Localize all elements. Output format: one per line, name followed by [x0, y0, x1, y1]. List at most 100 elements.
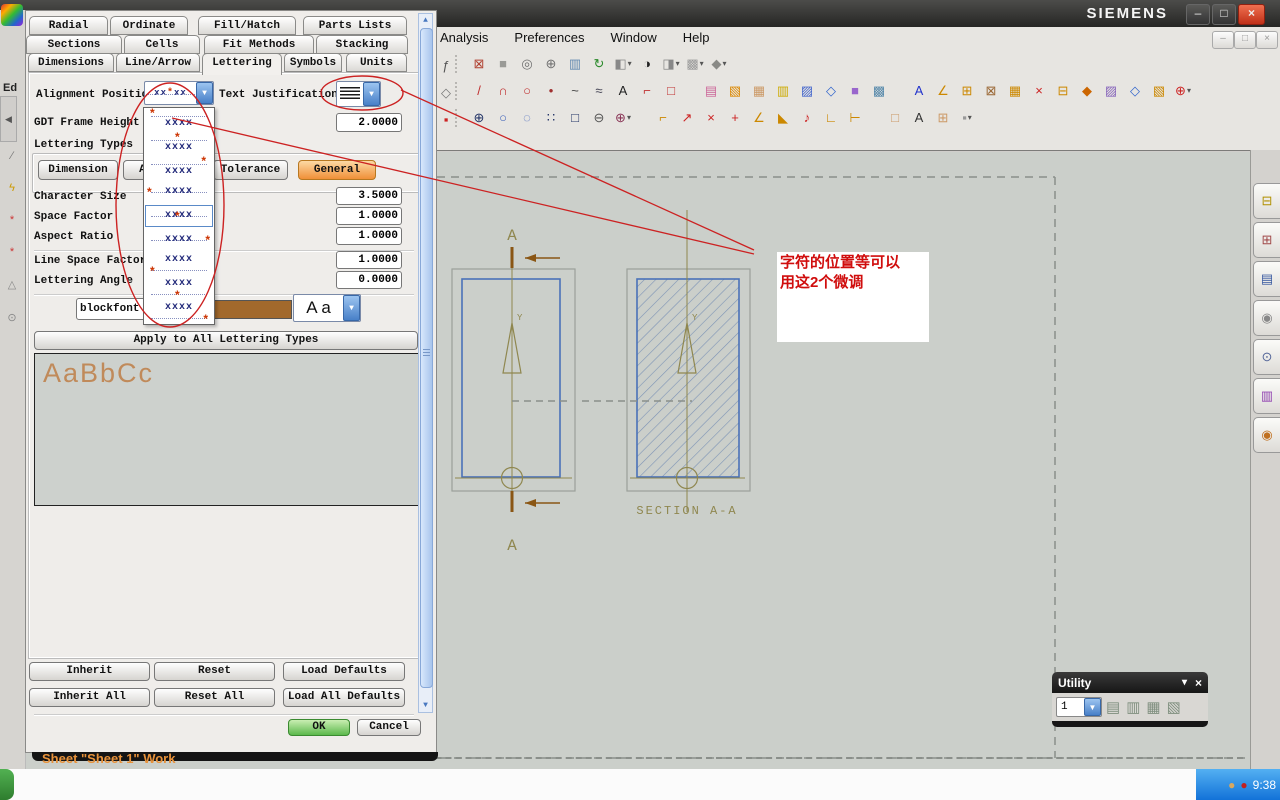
left-view-part[interactable]	[461, 278, 561, 478]
sketch-icon[interactable]: ▤	[700, 81, 722, 100]
hidden-tool-icon[interactable]: ▪	[435, 110, 457, 129]
menu-window[interactable]: Window	[611, 30, 657, 50]
load-all-defaults-button[interactable]: Load All Defaults	[283, 688, 405, 707]
ok-button[interactable]: OK	[288, 719, 350, 736]
trim-body-icon[interactable]: ▩	[868, 81, 890, 100]
reset-button[interactable]: Reset	[154, 662, 275, 681]
mdi-close-button[interactable]: ×	[1256, 31, 1278, 49]
dashed-circle-icon[interactable]: ◌	[516, 108, 538, 127]
tray-security-icon[interactable]: ●	[1240, 778, 1247, 792]
tab-fit-methods[interactable]: Fit Methods	[204, 35, 314, 54]
hidden-tool-icon[interactable]: ◇	[435, 83, 457, 102]
background-icon[interactable]: ▩	[684, 54, 706, 73]
unite-icon[interactable]: ◇	[820, 81, 842, 100]
angular-dim-icon[interactable]: ∠	[932, 81, 954, 100]
jingle-icon[interactable]: ♪	[796, 108, 818, 127]
align-option-middle-right[interactable]: xxxx *	[144, 228, 214, 252]
align-option-top-left[interactable]: xxxx *	[144, 107, 214, 132]
scroll-up-icon[interactable]: ▲	[419, 14, 432, 27]
combo-caret-icon[interactable]: ▼	[1084, 698, 1101, 716]
hole-icon[interactable]: ▦	[748, 81, 770, 100]
inherit-button[interactable]: Inherit	[29, 662, 150, 681]
align-option-middle-left[interactable]: xxxx *	[144, 180, 214, 204]
text-icon[interactable]: A	[612, 81, 634, 100]
rectangle-icon[interactable]: □	[660, 81, 682, 100]
tab-fill-hatch[interactable]: Fill/Hatch	[198, 16, 296, 35]
point-constructor-icon[interactable]: ⊕	[468, 108, 490, 127]
pan-icon[interactable]: ▥	[564, 54, 586, 73]
render-style-icon[interactable]: ◨	[660, 54, 682, 73]
sheet-icon[interactable]: □	[564, 108, 586, 127]
orient-view-icon[interactable]: ◧	[612, 54, 634, 73]
lettering-color-swatch[interactable]	[214, 300, 292, 319]
datum-plane-icon[interactable]: ■	[844, 81, 866, 100]
strip-tool-icon[interactable]: *	[10, 214, 14, 226]
feature-control-icon[interactable]: ◆	[1076, 81, 1098, 100]
refresh-icon[interactable]: ↻	[588, 54, 610, 73]
layer-settings-icon[interactable]: ▦	[1146, 698, 1160, 716]
section-view-part[interactable]	[636, 278, 740, 478]
block-icon[interactable]: ▨	[796, 81, 818, 100]
fit-view-icon[interactable]: ⊠	[468, 54, 490, 73]
minimize-button[interactable]: –	[1186, 4, 1210, 25]
aspect-ratio-field[interactable]	[336, 227, 402, 245]
csys-icon[interactable]: ⊕	[612, 108, 634, 127]
symbol-icon[interactable]: ◇	[1124, 81, 1146, 100]
view-3d-icon[interactable]: ◆	[708, 54, 730, 73]
layer-visible-icon[interactable]: ▧	[1167, 698, 1181, 716]
apply-all-button[interactable]: Apply to All Lettering Types	[34, 331, 418, 350]
reset-all-button[interactable]: Reset All	[154, 688, 275, 707]
image-icon[interactable]: ▨	[1100, 81, 1122, 100]
collapse-arrow-icon[interactable]: ◀	[0, 96, 17, 142]
tab-symbols[interactable]: Symbols	[284, 53, 342, 72]
edit-dim-icon[interactable]: ⌐	[652, 108, 674, 127]
pattern-icon[interactable]: ▥	[772, 81, 794, 100]
angle-tool-icon[interactable]: ∠	[748, 108, 770, 127]
part-navigator-tab[interactable]: ▤	[1253, 261, 1280, 297]
inferred-dim-icon[interactable]: ⊞	[956, 81, 978, 100]
history-tab[interactable]: ⊙	[1253, 339, 1280, 375]
restore-button[interactable]: □	[1212, 4, 1236, 25]
scrollbar-thumb[interactable]	[420, 28, 433, 688]
tab-ordinate[interactable]: Ordinate	[110, 16, 188, 35]
alignment-combo-caret-icon[interactable]: ▼	[196, 82, 213, 104]
space-factor-field[interactable]	[336, 207, 402, 225]
weld-symbol-icon[interactable]: ×	[1028, 81, 1050, 100]
align-option-top-center[interactable]: xxxx *	[144, 131, 214, 156]
menu-analysis[interactable]: Analysis	[440, 30, 488, 50]
delete-icon[interactable]: ×	[700, 108, 722, 127]
align-option-bottom-right[interactable]: xxxx *	[144, 300, 214, 325]
table-icon[interactable]: ▦	[1004, 81, 1026, 100]
work-layer-combo[interactable]: 1 ▼	[1056, 697, 1102, 717]
constraint-navigator-tab[interactable]: ⊞	[1253, 222, 1280, 258]
line-icon[interactable]: /	[468, 81, 490, 100]
align-option-middle-center[interactable]: xxxx *	[144, 204, 214, 228]
align-option-bottom-left[interactable]: xxxx *	[144, 252, 214, 277]
right-angle-icon[interactable]: ∟	[820, 108, 842, 127]
ordinate-dim-icon[interactable]: ⊟	[1052, 81, 1074, 100]
tab-sections[interactable]: Sections	[26, 35, 122, 54]
left-view-outline[interactable]	[451, 268, 576, 492]
cancel-button[interactable]: Cancel	[357, 719, 421, 736]
strip-tool-icon[interactable]: △	[8, 278, 16, 291]
load-defaults-button[interactable]: Load Defaults	[283, 662, 405, 681]
dot-icon[interactable]: ▪	[956, 108, 978, 127]
tab-dimensions[interactable]: Dimensions	[28, 53, 114, 72]
mdi-restore-button[interactable]: □	[1234, 31, 1256, 49]
tab-parts-lists[interactable]: Parts Lists	[303, 16, 407, 35]
spline-icon[interactable]: ~	[564, 81, 586, 100]
leader-icon[interactable]: ↗	[676, 108, 698, 127]
note-icon[interactable]: A	[908, 81, 930, 100]
shaded-display-icon[interactable]: ■	[492, 54, 514, 73]
tab-stacking[interactable]: Stacking	[316, 35, 408, 54]
centerline-icon[interactable]: ⊕	[1172, 81, 1194, 100]
text-edit-icon[interactable]: A	[908, 108, 930, 127]
fillet-icon[interactable]: ⌐	[636, 81, 658, 100]
cylinder-icon[interactable]: ⊖	[588, 108, 610, 127]
lettering-angle-field[interactable]	[336, 271, 402, 289]
tab-units[interactable]: Units	[346, 53, 407, 72]
add-icon[interactable]: +	[724, 108, 746, 127]
strip-tool-icon[interactable]: *	[10, 246, 14, 258]
menu-preferences[interactable]: Preferences	[514, 30, 584, 50]
frame-dim-icon[interactable]: ⊠	[980, 81, 1002, 100]
